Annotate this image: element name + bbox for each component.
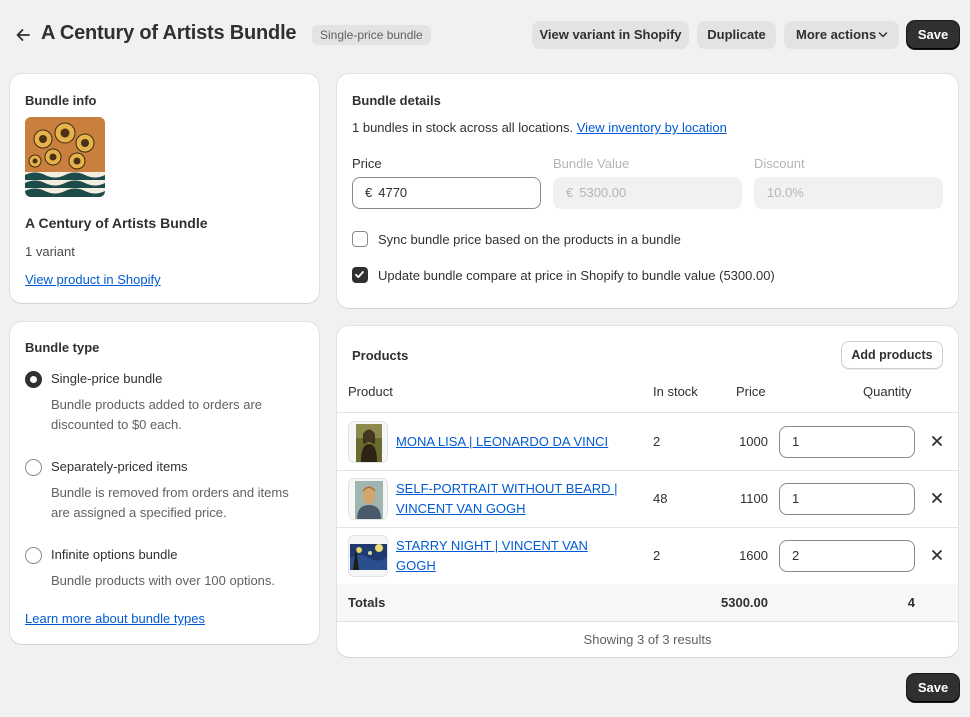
discount-value: 10.0% bbox=[767, 185, 804, 200]
product-link[interactable]: SELF-PORTRAIT WITHOUT BEARD | VINCENT VA… bbox=[396, 479, 631, 519]
learn-more-link[interactable]: Learn more about bundle types bbox=[25, 611, 205, 626]
bundle-thumbnail bbox=[25, 117, 105, 197]
variant-count: 1 variant bbox=[25, 244, 75, 259]
price-value: 1000 bbox=[739, 434, 768, 449]
remove-icon[interactable] bbox=[931, 492, 943, 504]
products-heading: Products bbox=[352, 348, 409, 363]
more-actions-button[interactable]: More actions bbox=[784, 21, 899, 49]
page-header: A Century of Artists Bundle Single-price… bbox=[0, 0, 970, 70]
price-label: Price bbox=[352, 156, 382, 171]
radio-selected[interactable] bbox=[25, 371, 42, 388]
bundle-product-name: A Century of Artists Bundle bbox=[25, 215, 208, 231]
remove-icon[interactable] bbox=[931, 549, 943, 561]
results-count: Showing 3 of 3 results bbox=[583, 632, 712, 647]
add-products-button[interactable]: Add products bbox=[841, 341, 943, 369]
bundle-details-card: Bundle details 1 bundles in stock across… bbox=[337, 74, 958, 308]
option-label: Infinite options bundle bbox=[51, 547, 178, 562]
chevron-down-icon bbox=[878, 32, 888, 38]
stock-summary: 1 bundles in stock across all locations.… bbox=[352, 120, 727, 135]
totals-label: Totals bbox=[348, 595, 386, 610]
quantity-input[interactable]: 1 bbox=[779, 483, 915, 515]
product-link[interactable]: MONA LISA | LEONARDO DA VINCI bbox=[396, 432, 631, 452]
option-description: Bundle products added to orders are disc… bbox=[51, 397, 263, 432]
option-description: Bundle is removed from orders and items … bbox=[51, 485, 289, 520]
stock-value: 2 bbox=[653, 548, 661, 563]
quantity-input[interactable]: 1 bbox=[779, 426, 915, 458]
table-row: MONA LISA | LEONARDO DA VINCI 2 1000 1 bbox=[337, 414, 958, 471]
column-price: Price bbox=[736, 384, 766, 399]
column-product: Product bbox=[348, 384, 393, 399]
product-thumbnail bbox=[348, 535, 388, 577]
bundle-value: 5300.00 bbox=[579, 185, 627, 200]
bundle-details-heading: Bundle details bbox=[352, 93, 441, 108]
price-value: 1100 bbox=[740, 491, 768, 506]
column-quantity: Quantity bbox=[863, 384, 912, 399]
totals-quantity: 4 bbox=[907, 595, 915, 610]
price-input[interactable]: €4770 bbox=[352, 177, 541, 209]
option-label: Single-price bundle bbox=[51, 371, 163, 386]
product-thumbnail bbox=[348, 421, 388, 463]
sync-price-checkbox[interactable] bbox=[352, 231, 368, 247]
products-card: Products Add products Product In stock P… bbox=[337, 326, 958, 657]
back-arrow-icon[interactable] bbox=[13, 25, 33, 45]
currency-symbol: € bbox=[566, 185, 574, 200]
column-stock: In stock bbox=[653, 384, 698, 399]
radio-unselected[interactable] bbox=[25, 459, 42, 476]
product-thumbnail bbox=[348, 478, 388, 520]
bundle-info-heading: Bundle info bbox=[25, 93, 97, 108]
checkmark-icon bbox=[355, 271, 364, 278]
bundle-type-card: Bundle type Single-price bundle Bundle p… bbox=[10, 322, 319, 644]
save-button[interactable]: Save bbox=[907, 21, 959, 49]
price-value: 4770 bbox=[378, 185, 408, 200]
view-product-link[interactable]: View product in Shopify bbox=[25, 272, 161, 287]
bundle-value-label: Bundle Value bbox=[553, 156, 630, 171]
view-inventory-link[interactable]: View inventory by location bbox=[577, 120, 727, 135]
bundle-type-badge: Single-price bundle bbox=[312, 25, 431, 45]
more-actions-label: More actions bbox=[796, 27, 877, 42]
table-row: SELF-PORTRAIT WITHOUT BEARD | VINCENT VA… bbox=[337, 471, 958, 528]
stock-value: 2 bbox=[653, 434, 661, 449]
product-link[interactable]: STARRY NIGHT | VINCENT VAN GOGH bbox=[396, 536, 631, 576]
stock-text: 1 bundles in stock across all locations. bbox=[352, 120, 574, 135]
update-compare-checkbox[interactable] bbox=[352, 267, 368, 283]
quantity-input[interactable]: 2 bbox=[779, 540, 915, 572]
totals-row: Totals 5300.00 4 bbox=[337, 584, 958, 622]
save-button-bottom[interactable]: Save bbox=[907, 674, 959, 702]
price-value: 1600 bbox=[739, 548, 768, 563]
bundle-type-heading: Bundle type bbox=[25, 340, 100, 355]
table-header: Product In stock Price Quantity bbox=[337, 382, 958, 413]
view-variant-button[interactable]: View variant in Shopify bbox=[532, 21, 689, 49]
discount-label: Discount bbox=[754, 156, 805, 171]
table-row: STARRY NIGHT | VINCENT VAN GOGH 2 1600 2 bbox=[337, 528, 958, 585]
totals-price: 5300.00 bbox=[721, 595, 768, 610]
remove-icon[interactable] bbox=[931, 435, 943, 447]
option-label: Separately-priced items bbox=[51, 459, 188, 474]
option-description: Bundle products with over 100 options. bbox=[51, 573, 276, 588]
bundle-info-card: Bundle info A Century of Artists Bundle … bbox=[10, 74, 319, 303]
duplicate-button[interactable]: Duplicate bbox=[697, 21, 776, 49]
sync-price-label: Sync bundle price based on the products … bbox=[378, 232, 681, 247]
update-compare-label: Update bundle compare at price in Shopif… bbox=[378, 268, 775, 283]
stock-value: 48 bbox=[653, 491, 668, 506]
page-title: A Century of Artists Bundle bbox=[41, 22, 297, 44]
discount-input: 10.0% bbox=[754, 177, 943, 209]
currency-symbol: € bbox=[365, 185, 373, 200]
radio-unselected[interactable] bbox=[25, 547, 42, 564]
bundle-value-input: €5300.00 bbox=[553, 177, 742, 209]
